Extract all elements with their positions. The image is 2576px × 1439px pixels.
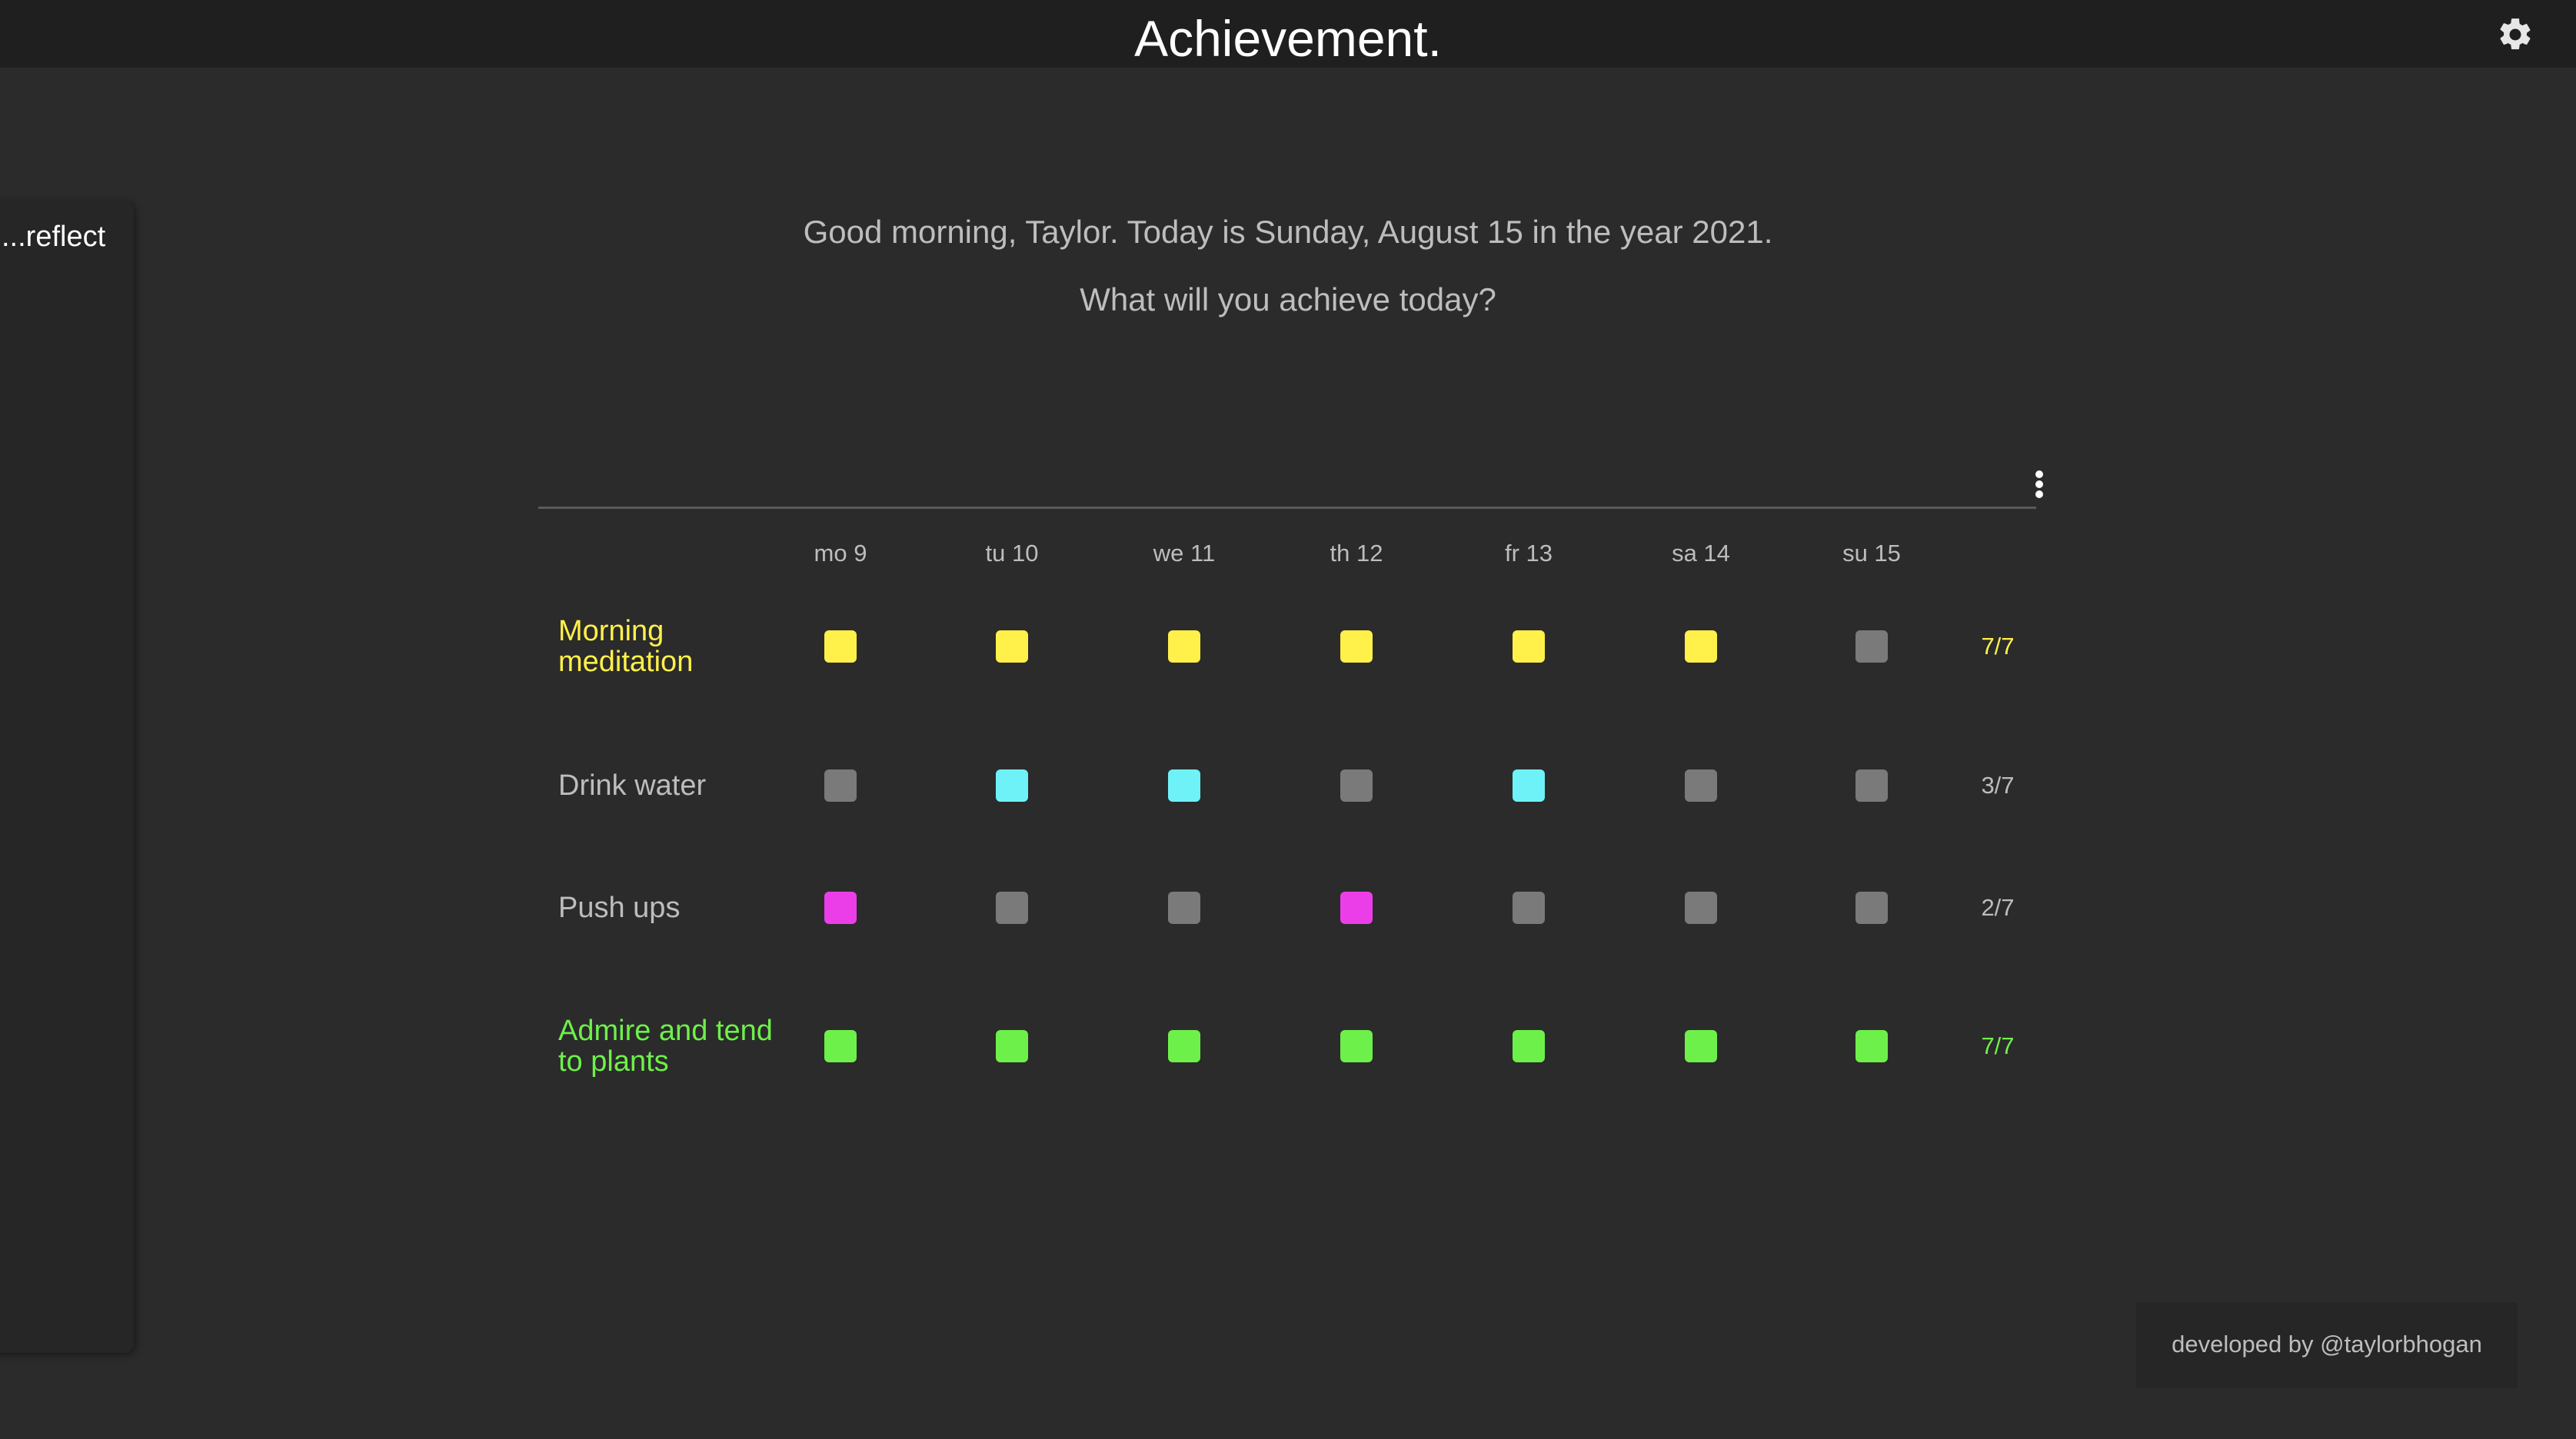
habit-name-line: to plants (558, 1045, 669, 1078)
divider (538, 507, 2036, 509)
habit-checkbox-done[interactable] (1685, 1030, 1717, 1062)
habit-checkbox-done[interactable] (1513, 769, 1545, 802)
habit-name-line: Morning (558, 615, 664, 647)
day-header: fr 13 (1504, 540, 1553, 567)
habit-checkbox-done[interactable] (1340, 630, 1373, 663)
habit-checkbox-done[interactable] (1168, 769, 1200, 802)
day-header: mo 9 (814, 540, 867, 567)
habit-checkbox-empty[interactable] (1685, 892, 1717, 924)
day-header: sa 14 (1672, 540, 1730, 567)
greeting-text: Good morning, Taylor. Today is Sunday, A… (803, 214, 1773, 250)
habit-checkbox-empty[interactable] (1855, 630, 1888, 663)
habit-checkbox-done[interactable] (996, 769, 1028, 802)
reflect-panel[interactable] (0, 201, 134, 1353)
habit-checkbox-done[interactable] (1340, 892, 1373, 924)
habit-checkbox-done[interactable] (1685, 630, 1717, 663)
habit-checkbox-done[interactable] (1168, 1030, 1200, 1062)
habit-checkbox-done[interactable] (996, 1030, 1028, 1062)
habit-checkbox-done[interactable] (1513, 1030, 1545, 1062)
habit-checkbox-empty[interactable] (1855, 769, 1888, 802)
habit-count: 7/7 (1981, 633, 2015, 660)
habit-count: 3/7 (1981, 772, 2015, 799)
habit-name[interactable]: Push ups (558, 892, 812, 923)
habit-checkbox-done[interactable] (1855, 1030, 1888, 1062)
habit-checkbox-empty[interactable] (1685, 769, 1717, 802)
habit-checkbox-done[interactable] (824, 892, 857, 924)
habit-name[interactable]: Morning meditation (558, 616, 812, 677)
prompt-question: What will you achieve today? (1080, 281, 1496, 317)
habit-checkbox-empty[interactable] (1855, 892, 1888, 924)
more-vertical-icon[interactable] (2030, 470, 2048, 498)
habit-name[interactable]: Admire and tend to plants (558, 1015, 812, 1077)
day-header: tu 10 (985, 540, 1039, 567)
habit-checkbox-empty[interactable] (1168, 892, 1200, 924)
app-title: Achievement. (1134, 10, 1442, 67)
habit-name-line: Push ups (558, 892, 681, 924)
habit-name[interactable]: Drink water (558, 770, 812, 801)
habit-checkbox-empty[interactable] (996, 892, 1028, 924)
gear-icon[interactable] (2496, 15, 2534, 54)
habit-checkbox-empty[interactable] (1513, 892, 1545, 924)
day-header: we 11 (1153, 540, 1216, 567)
footer-credit[interactable]: developed by @taylorbhogan (2136, 1329, 2518, 1360)
habit-count: 7/7 (1981, 1032, 2015, 1059)
day-header: th 12 (1330, 540, 1383, 567)
habit-checkbox-empty[interactable] (1340, 769, 1373, 802)
habit-name-line: Drink water (558, 769, 707, 802)
habit-checkbox-done[interactable] (996, 630, 1028, 663)
habit-count: 2/7 (1981, 894, 2015, 921)
day-header: su 15 (1842, 540, 1901, 567)
habit-name-line: meditation (558, 646, 694, 678)
habit-checkbox-done[interactable] (824, 1030, 857, 1062)
habit-name-line: Admire and tend (558, 1015, 773, 1047)
habit-checkbox-empty[interactable] (824, 769, 857, 802)
habit-checkbox-done[interactable] (1168, 630, 1200, 663)
habit-checkbox-done[interactable] (1340, 1030, 1373, 1062)
habit-checkbox-done[interactable] (1513, 630, 1545, 663)
habit-checkbox-done[interactable] (824, 630, 857, 663)
